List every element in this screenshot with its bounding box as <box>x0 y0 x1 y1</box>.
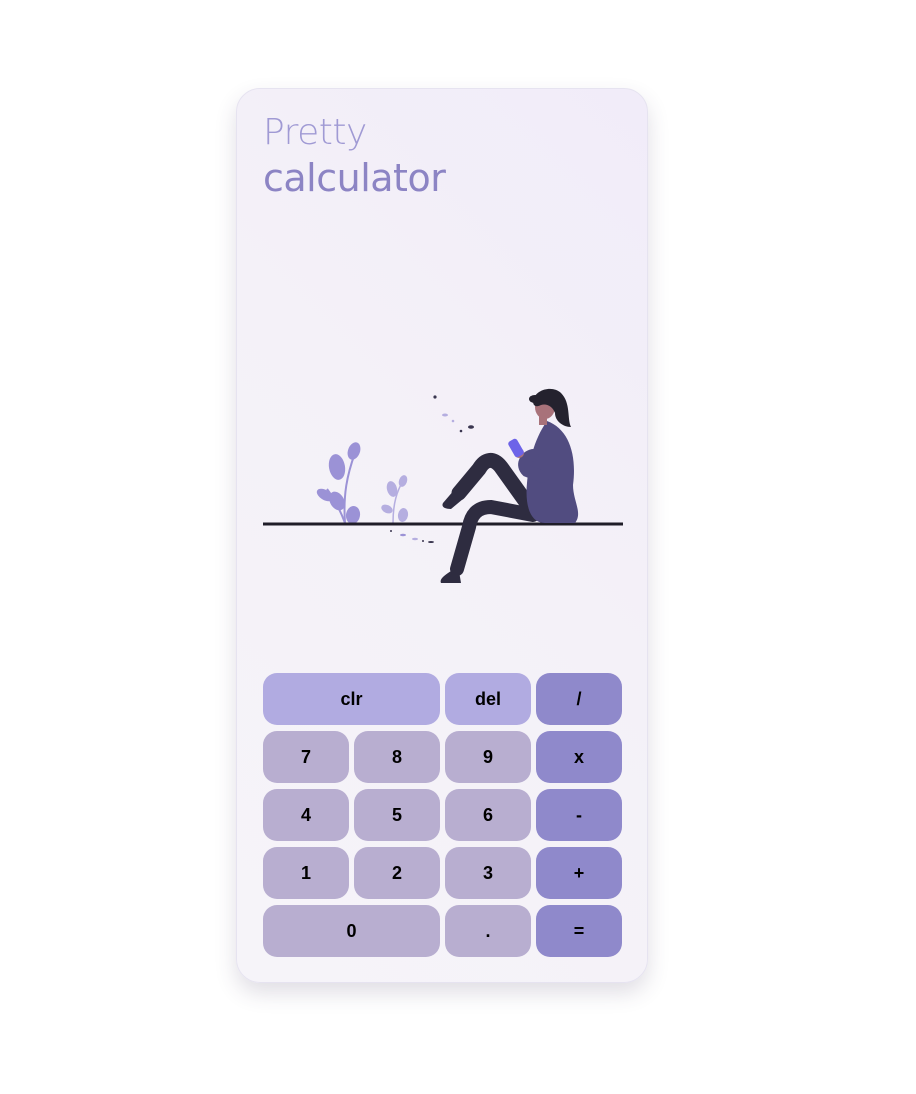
digit-7-button[interactable]: 7 <box>263 731 349 783</box>
woman-sitting-with-phone-illustration <box>263 388 623 583</box>
equals-button[interactable]: = <box>536 905 622 957</box>
app-title-line2: calculator <box>263 156 446 200</box>
app-title: Pretty calculator <box>263 112 446 200</box>
digit-5-button[interactable]: 5 <box>354 789 440 841</box>
clear-button[interactable]: clr <box>263 673 440 725</box>
keypad: clr del/ 7 8 9 x 4 5 6- 1 2 3 +0. = <box>263 673 623 957</box>
app-title-line1: Pretty <box>263 112 367 153</box>
multiply-button[interactable]: x <box>536 731 622 783</box>
delete-button[interactable]: del <box>445 673 531 725</box>
digit-0-button[interactable]: 0 <box>263 905 440 957</box>
digit-9-button[interactable]: 9 <box>445 731 531 783</box>
plant-small-icon <box>381 475 409 524</box>
woman-figure <box>440 388 579 583</box>
divide-button[interactable]: / <box>536 673 622 725</box>
digit-4-button[interactable]: 4 <box>263 789 349 841</box>
calculator-card: Pretty calculator clr del / 7 8 9 x 4 5 … <box>236 88 648 983</box>
digit-1-button[interactable]: 1 <box>263 847 349 899</box>
decimal-button[interactable]: . <box>445 905 531 957</box>
subtract-button[interactable]: - <box>536 789 622 841</box>
digit-6-button[interactable]: 6 <box>445 789 531 841</box>
plant-large-icon <box>316 442 361 524</box>
digit-3-button[interactable]: 3 <box>445 847 531 899</box>
digit-8-button[interactable]: 8 <box>354 731 440 783</box>
digit-2-button[interactable]: 2 <box>354 847 440 899</box>
add-button[interactable]: + <box>536 847 622 899</box>
